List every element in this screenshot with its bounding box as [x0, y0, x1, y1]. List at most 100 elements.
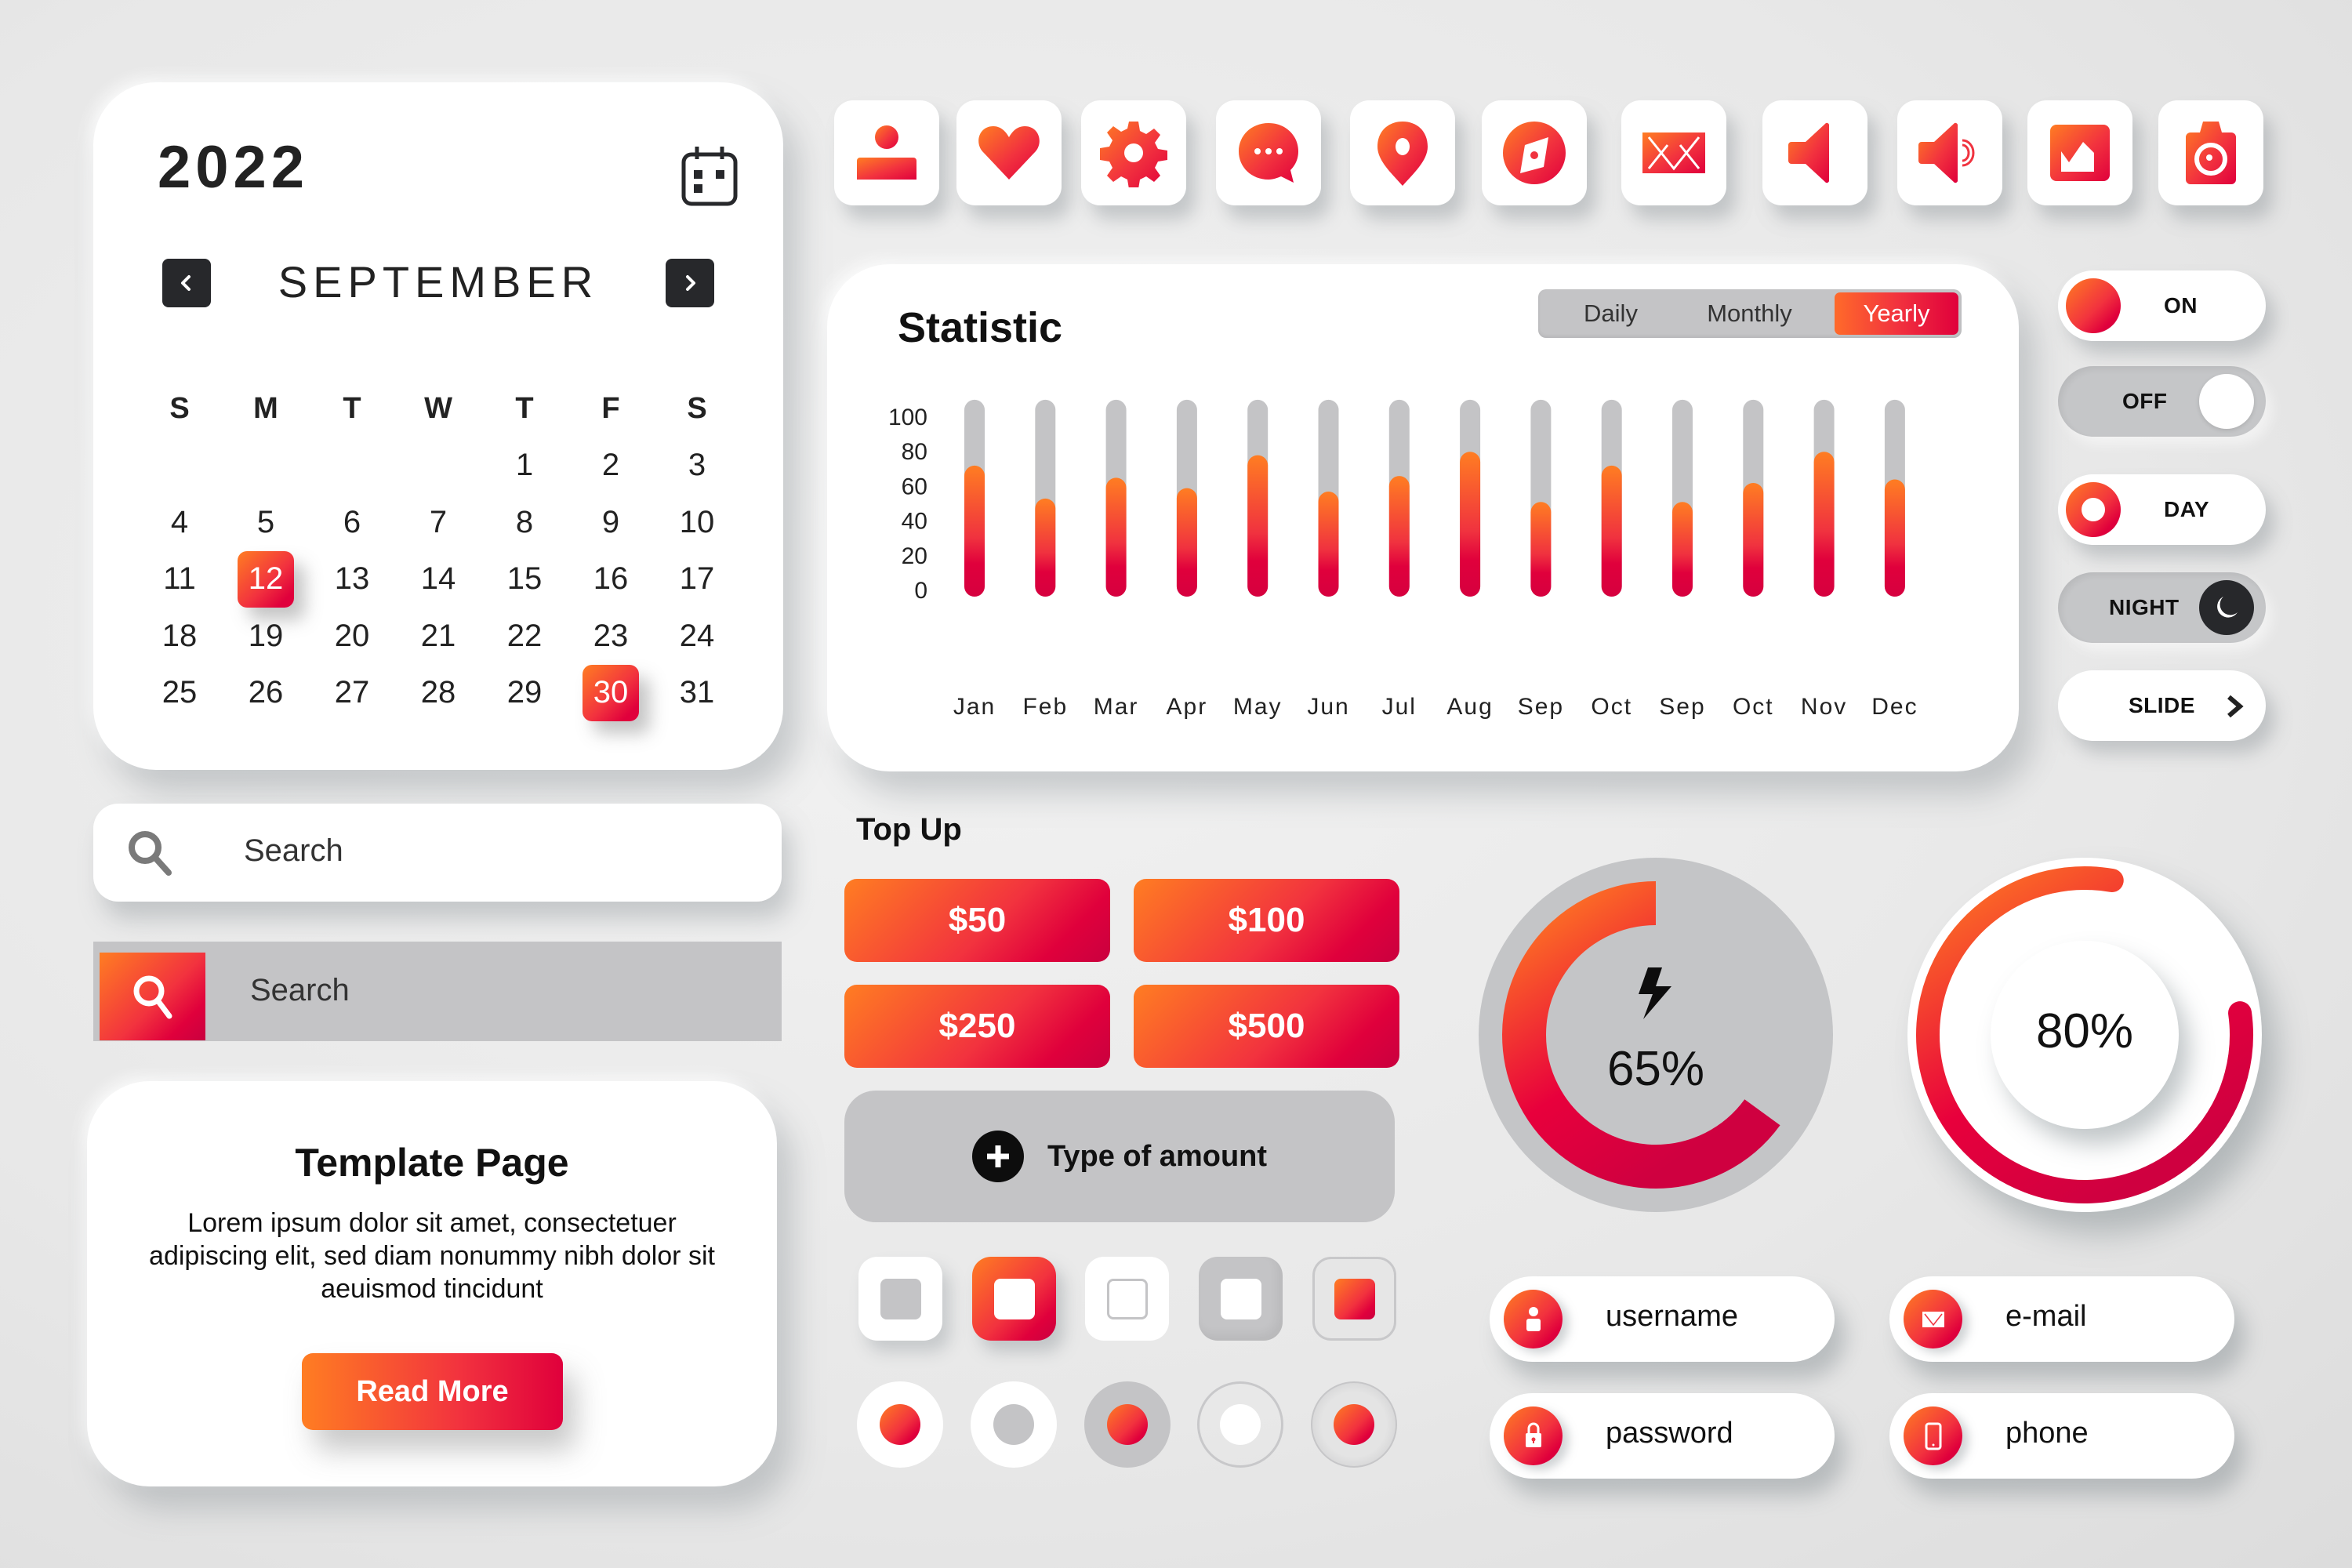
calendar-day[interactable]: 6 [309, 494, 395, 551]
read-more-button[interactable]: Read More [302, 1353, 563, 1430]
icon-tile-compass[interactable] [1482, 100, 1587, 205]
icon-tile-heart[interactable] [956, 100, 1062, 205]
bar-oct[interactable] [1743, 482, 1764, 597]
calendar-day[interactable]: 1 [481, 437, 568, 495]
search-bar-flat[interactable]: Search [93, 942, 782, 1041]
icon-tile-camera[interactable] [2158, 100, 2263, 205]
bar-jun[interactable] [1318, 492, 1339, 597]
bar-aug[interactable] [1460, 452, 1481, 597]
bar-oct[interactable] [1601, 465, 1622, 597]
search-bar-rounded[interactable]: Search [93, 804, 782, 902]
username-input[interactable]: username [1606, 1300, 1738, 1334]
email-input[interactable]: e-mail [2005, 1300, 2086, 1334]
bar-jan[interactable] [964, 465, 985, 597]
search-icon [129, 831, 172, 876]
calendar-day[interactable]: 24 [654, 608, 740, 665]
weekday-header: T [343, 391, 361, 425]
calendar-day[interactable]: 5 [223, 494, 309, 551]
password-field[interactable]: password [1490, 1393, 1835, 1479]
search-input[interactable]: Search [250, 973, 350, 1008]
amount-250-button[interactable]: $250 [844, 985, 1110, 1068]
icon-tile-image[interactable] [2027, 100, 2132, 205]
radio-2[interactable] [971, 1381, 1057, 1468]
calendar-day[interactable]: 3 [654, 437, 740, 495]
amount-50-button[interactable]: $50 [844, 879, 1110, 962]
toggle-day[interactable]: DAY [2058, 474, 2266, 545]
radio-3[interactable] [1084, 1381, 1171, 1468]
calendar-day[interactable]: 11 [136, 551, 223, 608]
icon-tile-settings[interactable] [1081, 100, 1186, 205]
checkbox-5[interactable] [1312, 1257, 1396, 1341]
checkbox-2[interactable] [972, 1257, 1056, 1341]
calendar-day[interactable]: 20 [309, 608, 395, 665]
bar-jul[interactable] [1388, 476, 1410, 597]
icon-tile-user[interactable] [834, 100, 939, 205]
radio-1[interactable] [857, 1381, 943, 1468]
slide-button[interactable]: SLIDE [2058, 670, 2266, 741]
search-button[interactable] [100, 953, 205, 1040]
search-input[interactable]: Search [244, 833, 343, 869]
calendar-day[interactable]: 25 [136, 665, 223, 722]
calendar-day[interactable]: 9 [568, 494, 654, 551]
calendar-day[interactable]: 13 [309, 551, 395, 608]
toggle-night[interactable]: NIGHT [2058, 572, 2266, 643]
gauge-ring [1502, 881, 1780, 1189]
phone-field[interactable]: phone [1889, 1393, 2234, 1479]
custom-amount-button[interactable]: Type of amount [844, 1091, 1395, 1222]
calendar-day[interactable]: 17 [654, 551, 740, 608]
calendar-icon[interactable] [681, 145, 738, 206]
bar-dec[interactable] [1884, 479, 1905, 597]
icon-tile-location[interactable] [1350, 100, 1455, 205]
bar-mar[interactable] [1105, 477, 1127, 597]
icon-tile-volume[interactable] [1897, 100, 2002, 205]
calendar-day[interactable]: 26 [223, 665, 309, 722]
phone-input[interactable]: phone [2005, 1417, 2089, 1450]
battery-gauge: 65% [1479, 858, 1833, 1212]
password-input[interactable]: password [1606, 1417, 1733, 1450]
calendar-day[interactable]: 10 [654, 494, 740, 551]
calendar-day[interactable]: 2 [568, 437, 654, 495]
amount-100-button[interactable]: $100 [1134, 879, 1399, 962]
checkbox-4[interactable] [1199, 1257, 1283, 1341]
calendar-empty-cell [223, 437, 309, 495]
calendar-day[interactable]: 31 [654, 665, 740, 722]
calendar-day[interactable]: 12 [223, 550, 309, 608]
calendar-day[interactable]: 29 [481, 665, 568, 722]
calendar-day[interactable]: 21 [395, 608, 481, 665]
calendar-day[interactable]: 18 [136, 608, 223, 665]
icon-tile-chat[interactable] [1216, 100, 1321, 205]
bar-sep[interactable] [1672, 502, 1693, 597]
bar-may[interactable] [1247, 455, 1269, 597]
checkbox-3[interactable] [1085, 1257, 1169, 1341]
calendar-day[interactable]: 7 [395, 494, 481, 551]
calendar-day[interactable]: 23 [568, 608, 654, 665]
calendar-day[interactable]: 28 [395, 665, 481, 722]
slide-label: SLIDE [2129, 693, 2195, 717]
bar-apr[interactable] [1176, 488, 1197, 597]
bar-sep[interactable] [1530, 502, 1552, 597]
radio-dot [993, 1404, 1034, 1445]
radio-5[interactable] [1311, 1381, 1397, 1468]
calendar-day[interactable]: 16 [568, 551, 654, 608]
calendar-day[interactable]: 22 [481, 608, 568, 665]
calendar-day[interactable]: 14 [395, 551, 481, 608]
icon-tile-mail[interactable] [1621, 100, 1726, 205]
toggle-off[interactable]: OFF [2058, 366, 2266, 437]
bar-nov[interactable] [1813, 452, 1835, 597]
icon-tile-mute[interactable] [1762, 100, 1867, 205]
bar-feb[interactable] [1035, 498, 1056, 597]
username-field[interactable]: username [1490, 1276, 1835, 1362]
amount-500-button[interactable]: $500 [1134, 985, 1399, 1068]
next-month-button[interactable] [666, 259, 714, 307]
calendar-day[interactable]: 30 [568, 664, 654, 722]
radio-dot [1334, 1404, 1374, 1445]
radio-4[interactable] [1197, 1381, 1283, 1468]
calendar-day[interactable]: 27 [309, 665, 395, 722]
toggle-on[interactable]: ON [2058, 270, 2266, 341]
calendar-day[interactable]: 8 [481, 494, 568, 551]
email-field[interactable]: e-mail [1889, 1276, 2234, 1362]
calendar-day[interactable]: 15 [481, 551, 568, 608]
calendar-day[interactable]: 4 [136, 494, 223, 551]
checkbox-1[interactable] [858, 1257, 942, 1341]
calendar-day[interactable]: 19 [223, 608, 309, 665]
